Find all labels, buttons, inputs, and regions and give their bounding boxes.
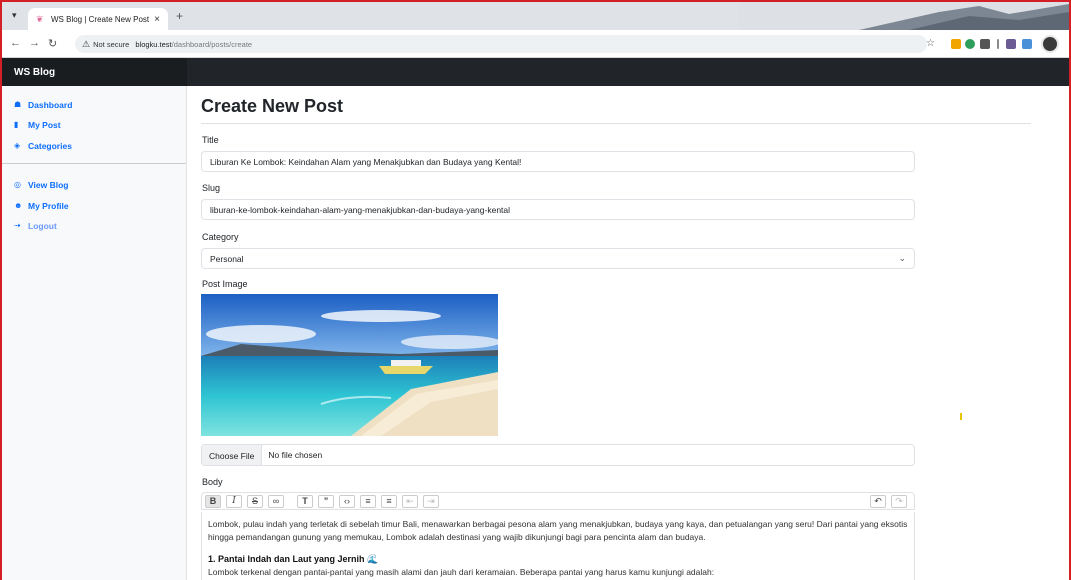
link-icon[interactable]: ∞ [268,495,284,508]
post-image-preview [201,294,498,436]
page-title: Create New Post [201,96,344,116]
mountain-wallpaper [739,2,1069,30]
undo-icon[interactable]: ↶ [870,495,886,508]
bullet-list-icon[interactable]: ≡ [360,495,376,508]
logout-icon: ⇢ [14,221,21,230]
body-editor[interactable]: Lombok, pulau indah yang terletak di seb… [201,512,915,580]
category-label: Category [202,232,239,242]
url-text[interactable]: blogku.test/dashboard/posts/create [135,40,252,49]
screenshot-frame: ▾ ❦ WS Blog | Create New Post × + ← → ↻ … [0,0,1071,580]
extension-icon[interactable] [965,39,975,49]
slug-input[interactable]: liburan-ke-lombok-keindahan-alam-yang-me… [201,199,915,220]
extension-icon[interactable] [1022,39,1032,49]
brand-logo[interactable]: WS Blog [2,58,187,86]
close-tab-icon[interactable]: × [154,14,160,25]
chevron-down-icon: ⌄ [898,253,906,263]
body-heading: 1. Pantai Indah dan Laut yang Jernih 🌊 [208,553,908,566]
sidebar-item-label: Logout [28,221,57,231]
category-selected-value: Personal [210,254,244,264]
url-path: /dashboard/posts/create [171,39,253,49]
sidebar-item-my-post[interactable]: ▮ My Post [14,120,61,130]
tab-search-chevron-icon[interactable]: ▾ [12,10,17,21]
sidebar-item-logout[interactable]: ⇢ Logout [14,221,57,231]
tab-title: WS Blog | Create New Post [51,14,150,24]
quote-icon[interactable]: ” [318,495,334,508]
slug-label: Slug [202,183,221,193]
globe-icon: ◎ [14,180,21,189]
editor-toolbar: B I S ∞ T ” ‹› ≡ ≡ ⇤ ⇥ ↶ ↷ [201,492,915,510]
sidebar-item-my-profile[interactable]: ☻ My Profile [14,201,69,211]
heading-icon[interactable]: T [297,495,313,508]
url-host: blogku.test [135,39,172,49]
redo-icon[interactable]: ↷ [891,495,907,508]
bold-icon[interactable]: B [205,495,221,508]
browser-tab[interactable]: ❦ WS Blog | Create New Post × [28,8,168,30]
toolbar-divider [997,39,999,49]
body-paragraph: Lombok terkenal dengan pantai-pantai yan… [208,567,715,577]
sidebar-item-label: Categories [28,141,72,151]
post-image-file-input[interactable]: Choose File No file chosen [201,444,915,466]
not-secure-label: Not secure [93,39,130,49]
body-paragraph: Lombok, pulau indah yang terletak di seb… [208,519,908,542]
decrease-indent-icon[interactable]: ⇤ [402,495,418,508]
sidebar-item-label: Dashboard [28,100,73,110]
tag-icon: ◈ [14,141,21,150]
extension-icon[interactable] [951,39,961,49]
wave-icon: 🌊 [367,554,379,564]
bookmark-star-icon[interactable]: ☆ [926,38,935,49]
browser-tab-strip: ▾ ❦ WS Blog | Create New Post × + [2,2,1069,30]
sidebar-item-view-blog[interactable]: ◎ View Blog [14,180,68,190]
mouse-cursor [960,413,962,420]
back-icon[interactable]: ← [10,37,21,49]
extension-icon[interactable] [1006,39,1016,49]
post-image-label: Post Image [202,279,248,289]
category-select[interactable]: Personal ⌄ [201,248,915,269]
address-bar[interactable]: ⚠ Not secure blogku.test/dashboard/posts… [75,35,927,53]
body-label: Body [202,477,223,487]
numbered-list-icon[interactable]: ≡ [381,495,397,508]
house-icon: ☗ [14,100,22,109]
title-divider [201,123,1031,124]
new-tab-icon[interactable]: + [176,9,183,23]
title-label: Title [202,135,219,145]
file-icon: ▮ [14,120,19,129]
sidebar-divider [2,163,186,164]
sidebar-item-label: My Profile [28,201,69,211]
favicon-icon: ❦ [36,14,44,24]
sidebar-item-dashboard[interactable]: ☗ Dashboard [14,100,72,110]
extension-icon[interactable] [980,39,990,49]
code-icon[interactable]: ‹› [339,495,355,508]
security-indicator[interactable]: ⚠ Not secure [82,39,129,50]
top-navbar: WS Blog [2,58,1069,86]
warning-icon: ⚠ [82,38,91,49]
sidebar-item-label: My Post [28,120,61,130]
body-heading-text: 1. Pantai Indah dan Laut yang Jernih [208,554,365,564]
strikethrough-icon[interactable]: S [247,495,263,508]
choose-file-button[interactable]: Choose File [202,445,263,465]
sidebar: ☗ Dashboard ▮ My Post ◈ Categories ◎ Vie… [2,86,187,580]
reload-icon[interactable]: ↻ [48,37,57,50]
sidebar-item-categories[interactable]: ◈ Categories [14,141,72,151]
sidebar-item-label: View Blog [28,180,69,190]
italic-icon[interactable]: I [226,495,242,508]
title-input[interactable]: Liburan Ke Lombok: Keindahan Alam yang M… [201,151,915,172]
browser-toolbar: ← → ↻ ⚠ Not secure blogku.test/dashboard… [2,30,1069,58]
forward-icon[interactable]: → [29,37,40,49]
profile-avatar[interactable] [1041,35,1059,53]
increase-indent-icon[interactable]: ⇥ [423,495,439,508]
person-icon: ☻ [14,201,23,210]
file-status: No file chosen [268,450,323,460]
